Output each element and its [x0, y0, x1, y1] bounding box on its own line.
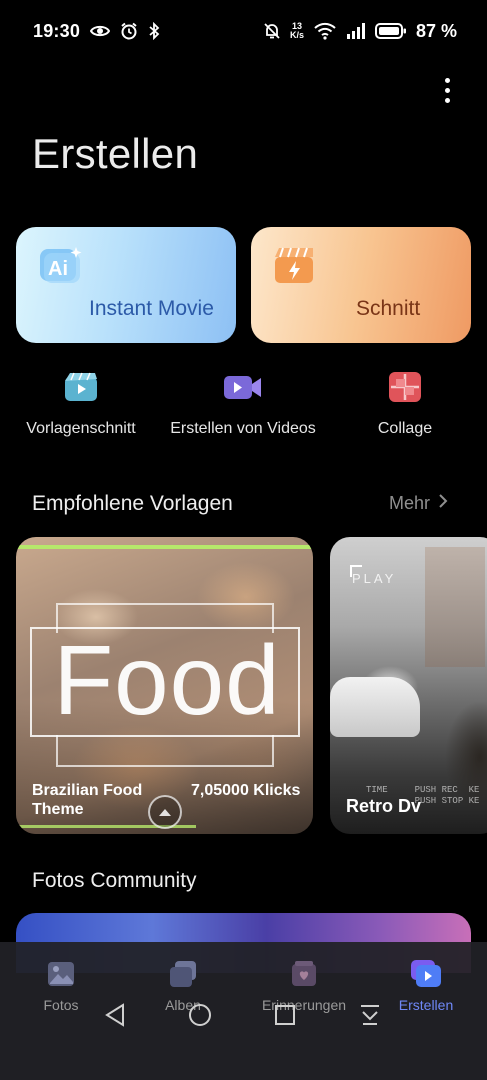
video-camera-icon	[223, 370, 263, 404]
network-speed: 13 K/s	[289, 21, 304, 40]
template-clicks: 7,05000 Klicks	[191, 782, 301, 799]
recommended-templates-title: Empfohlene Vorlagen	[32, 492, 233, 515]
schnitt-label: Schnitt	[356, 297, 421, 320]
schnitt-card[interactable]: Schnitt	[251, 227, 471, 343]
clapperboard-icon	[273, 245, 317, 285]
building-shape	[425, 547, 485, 667]
quick-action-label: Collage	[377, 420, 433, 437]
ai-icon: Ai	[38, 245, 82, 285]
quick-action-erstellen-videos[interactable]: Erstellen von Videos	[165, 370, 321, 438]
more-templates-link[interactable]: Mehr	[389, 493, 448, 514]
status-bar: 19:30 13 K/s 87 %	[0, 0, 487, 62]
template-overlay-word: PLAY	[352, 571, 397, 586]
photo-icon	[45, 958, 77, 990]
accent-line	[16, 545, 313, 549]
recent-apps-icon[interactable]	[270, 1000, 300, 1030]
quick-action-vorlagenschnitt[interactable]: Vorlagenschnitt	[22, 370, 140, 438]
expand-up-icon[interactable]	[148, 795, 182, 829]
alarm-icon	[120, 22, 138, 40]
back-icon[interactable]	[100, 1000, 130, 1030]
car-shape	[330, 677, 420, 737]
albums-icon	[167, 958, 199, 990]
instant-movie-label: Instant Movie	[89, 297, 214, 320]
notification-pull-icon[interactable]	[355, 1000, 385, 1030]
create-video-icon	[410, 958, 442, 990]
eye-icon	[90, 24, 111, 38]
frame-decoration	[56, 735, 274, 767]
mute-bell-icon	[263, 22, 281, 40]
template-card-food[interactable]: Food Brazilian Food Theme 7,05000 Klicks	[16, 537, 313, 834]
more-label: Mehr	[389, 493, 431, 513]
template-overlay-word: Food	[53, 625, 281, 735]
battery-icon	[374, 22, 407, 40]
template-card-retro[interactable]: PLAY TIME PUSH REC KE PUSH STOP KE Retro…	[330, 537, 487, 834]
chevron-right-icon	[438, 493, 448, 514]
battery-percent: 87 %	[415, 20, 457, 41]
status-time: 19:30	[33, 20, 81, 41]
svg-text:Ai: Ai	[48, 258, 68, 280]
bottom-navigation: Fotos Alben Erinnerungen Erstellen	[0, 942, 487, 1080]
quick-action-label: Erstellen von Videos	[170, 420, 316, 437]
wifi-icon	[313, 22, 337, 40]
collage-icon	[385, 370, 425, 404]
page-title: Erstellen	[32, 130, 199, 177]
template-name: Brazilian Food Theme	[32, 782, 143, 818]
quick-action-collage[interactable]: Collage	[370, 370, 440, 438]
bluetooth-icon	[148, 22, 160, 40]
instant-movie-card[interactable]: Ai Instant Movie	[16, 227, 236, 343]
home-icon[interactable]	[185, 1000, 215, 1030]
template-video-icon	[61, 370, 101, 404]
template-name: Retro Dv	[346, 796, 422, 816]
memories-icon	[288, 958, 320, 990]
more-vertical-icon[interactable]	[434, 74, 460, 106]
community-title: Fotos Community	[32, 869, 197, 892]
system-navigation	[0, 1000, 487, 1030]
signal-icon	[346, 23, 366, 39]
quick-action-label: Vorlagenschnitt	[26, 420, 136, 437]
